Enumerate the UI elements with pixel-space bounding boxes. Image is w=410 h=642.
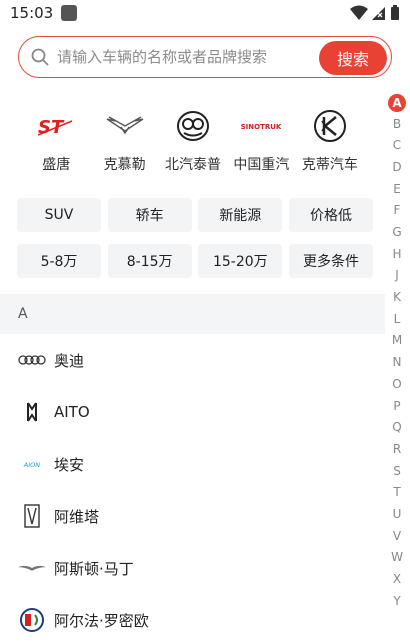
filter-row: SUV 轿车 新能源 价格低 — [17, 198, 373, 232]
index-letter-h[interactable]: H — [388, 244, 406, 266]
index-letter-s[interactable]: S — [388, 461, 406, 483]
sinotruk-logo-icon: SINOTRUK — [238, 106, 284, 146]
k-logo-icon — [312, 106, 348, 146]
status-bar: 15:03 — [0, 0, 410, 26]
filter-row: 5-8万 8-15万 15-20万 更多条件 — [17, 244, 373, 278]
list-item[interactable]: 阿斯顿·马丁 — [0, 542, 385, 594]
alphabet-index[interactable]: ABCDEFGHJKLMNOPQRSTUVWXY — [386, 92, 408, 612]
filter-chip-price-5-8[interactable]: 5-8万 — [17, 244, 101, 278]
alfa-romeo-logo-icon — [18, 606, 46, 634]
search-button[interactable]: 搜索 — [319, 41, 387, 75]
wifi-icon — [350, 5, 368, 20]
search-box[interactable]: 搜索 — [18, 36, 392, 78]
index-letter-c[interactable]: C — [388, 135, 406, 157]
index-letter-d[interactable]: D — [388, 157, 406, 179]
avatr-logo-icon — [18, 502, 46, 530]
index-letter-j[interactable]: J — [388, 265, 406, 287]
brand-name: 埃安 — [54, 455, 85, 474]
index-letter-n[interactable]: N — [388, 352, 406, 374]
hot-brand-name: 克蒂汽车 — [301, 157, 358, 173]
filter-chip-new-energy[interactable]: 新能源 — [198, 198, 283, 232]
index-letter-v[interactable]: V — [388, 526, 406, 548]
filter-chip-price-15-20[interactable]: 15-20万 — [198, 244, 283, 278]
search-bar: 搜索 — [0, 26, 410, 78]
hot-brand-item[interactable]: 北汽泰普 — [159, 106, 227, 174]
brand-name: 奥迪 — [54, 351, 85, 370]
brand-name: 阿尔法·罗密欧 — [54, 611, 149, 630]
hot-brands: ST 盛唐 克慕勒 北汽泰普 SINOTRUK 中国重汽 克蒂汽车 — [0, 106, 386, 174]
index-letter-u[interactable]: U — [388, 504, 406, 526]
search-icon — [31, 48, 49, 66]
sinotruk-logo-text: SINOTRUK — [241, 123, 282, 131]
aston-martin-logo-icon — [18, 554, 46, 582]
index-letter-w[interactable]: W — [388, 547, 406, 569]
aion-logo-icon: AION — [18, 450, 46, 478]
hot-brand-item[interactable]: 克蒂汽车 — [296, 106, 364, 174]
st-logo-icon: ST — [36, 106, 76, 146]
battery-icon — [391, 5, 399, 20]
ring-logo-icon — [175, 106, 211, 146]
index-letter-y[interactable]: Y — [388, 591, 406, 613]
index-letter-b[interactable]: B — [388, 114, 406, 136]
hot-brand-item[interactable]: ST 盛唐 — [22, 106, 90, 174]
index-letter-f[interactable]: F — [388, 200, 406, 222]
list-item[interactable]: AION 埃安 — [0, 438, 385, 490]
aion-logo-text: AION — [23, 461, 41, 469]
brand-name: 阿维塔 — [54, 507, 100, 526]
brand-list: 奥迪 AITO AION 埃安 阿维塔 阿斯顿·马丁 阿尔法·罗密欧 — [0, 334, 385, 642]
status-time: 15:03 — [10, 4, 54, 22]
filter-chip-suv[interactable]: SUV — [17, 198, 101, 232]
filter-chip-price-8-15[interactable]: 8-15万 — [107, 244, 192, 278]
system-icons — [350, 5, 400, 21]
index-letter-a[interactable]: A — [388, 93, 406, 112]
index-letter-o[interactable]: O — [388, 374, 406, 396]
hot-brand-name: 克慕勒 — [103, 157, 146, 173]
index-letter-e[interactable]: E — [388, 179, 406, 201]
hot-brand-name: 盛唐 — [42, 157, 71, 173]
hot-brand-name: 北汽泰普 — [165, 157, 222, 173]
aito-logo-icon — [18, 398, 46, 426]
list-item[interactable]: 阿尔法·罗密欧 — [0, 594, 385, 642]
index-letter-g[interactable]: G — [388, 222, 406, 244]
filter-chips: SUV 轿车 新能源 价格低 5-8万 8-15万 15-20万 更多条件 — [0, 198, 390, 278]
index-letter-k[interactable]: K — [388, 287, 406, 309]
index-letter-m[interactable]: M — [388, 330, 406, 352]
filter-chip-sedan[interactable]: 轿车 — [107, 198, 192, 232]
brand-name: AITO — [54, 403, 90, 421]
hot-brand-item[interactable]: 克慕勒 — [90, 106, 158, 174]
index-letter-x[interactable]: X — [388, 569, 406, 591]
filter-chip-more[interactable]: 更多条件 — [288, 244, 373, 278]
signal-icon — [372, 7, 385, 20]
wing-logo-icon — [105, 106, 145, 146]
list-item[interactable]: 奥迪 — [0, 334, 385, 386]
hot-brand-item[interactable]: SINOTRUK 中国重汽 — [227, 106, 295, 174]
index-letter-l[interactable]: L — [388, 309, 406, 331]
filter-chip-low-price[interactable]: 价格低 — [288, 198, 373, 232]
audi-logo-icon — [18, 346, 46, 374]
brand-name: 阿斯顿·马丁 — [54, 559, 134, 578]
hot-brand-name: 中国重汽 — [233, 157, 290, 173]
index-letter-t[interactable]: T — [388, 482, 406, 504]
notification-icon — [61, 5, 78, 21]
index-letter-q[interactable]: Q — [388, 417, 406, 439]
index-letter-p[interactable]: P — [388, 396, 406, 418]
index-letter-r[interactable]: R — [388, 439, 406, 461]
list-item[interactable]: 阿维塔 — [0, 490, 385, 542]
list-item[interactable]: AITO — [0, 386, 385, 438]
section-header: A — [0, 294, 385, 334]
